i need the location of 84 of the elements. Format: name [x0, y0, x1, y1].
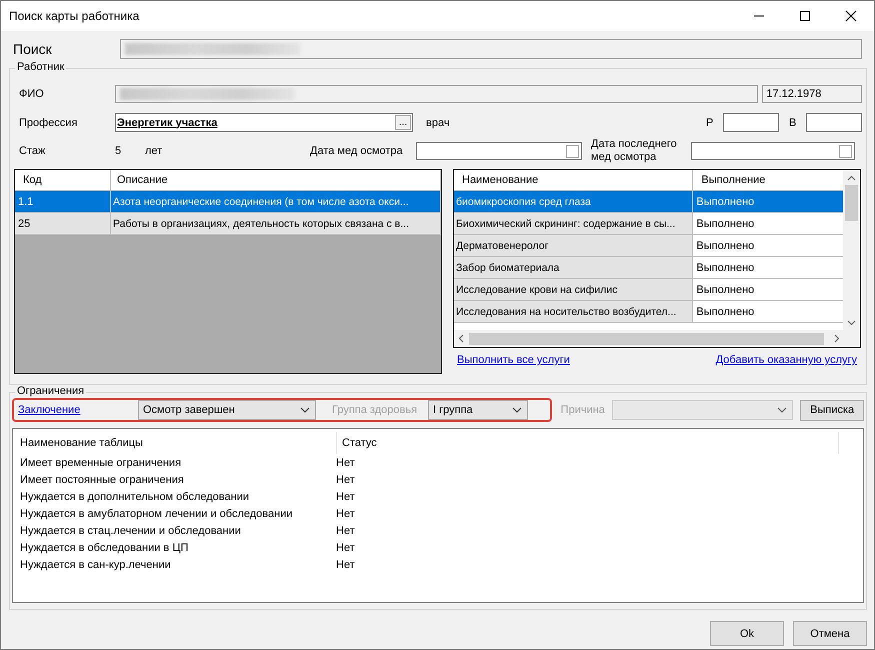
conclusion-dropdown[interactable]: Осмотр завершен — [138, 400, 316, 420]
scroll-down-icon[interactable] — [847, 320, 856, 326]
profession-label: Профессия — [18, 116, 78, 128]
exam-date-field[interactable] — [416, 142, 582, 160]
column-header[interactable]: Наименование таблицы — [13, 432, 337, 454]
reason-label: Причина — [560, 404, 606, 416]
search-field[interactable] — [120, 39, 862, 59]
caret-icon — [512, 407, 522, 413]
table-cell-text: Нет — [336, 524, 356, 536]
table-row[interactable]: биомикроскопия сред глаза Выполнено — [454, 191, 844, 213]
table-cell-text: Нет — [336, 558, 356, 570]
last-exam-date-label: Дата последнего мед осмотра — [591, 138, 678, 164]
table-cell-text: Нет — [336, 456, 356, 468]
column-header[interactable]: Наименование — [454, 170, 694, 190]
table-cell: Азота неорганические соединения (в том числе азота окси... — [111, 191, 441, 212]
browse-button[interactable]: ... — [395, 115, 411, 130]
caret-icon — [300, 407, 310, 413]
table-row[interactable]: Дерматовенеролог Выполнено — [454, 235, 844, 257]
table-cell: Выполнено — [693, 301, 844, 322]
extract-button[interactable]: Выписка — [800, 400, 864, 420]
column-header[interactable]: Статус — [337, 432, 839, 454]
scroll-right-icon[interactable] — [834, 334, 840, 343]
table-cell: 1.1 — [15, 191, 111, 212]
checkbox[interactable] — [566, 144, 579, 158]
table-cell-text: Имеет временные ограничения — [19, 456, 182, 468]
last-exam-date-field[interactable] — [691, 142, 855, 160]
table-cell: Выполнено — [693, 235, 844, 256]
table-cell: Выполнено — [693, 257, 844, 278]
column-header[interactable]: Выполнение — [693, 170, 844, 190]
experience-unit: лет — [145, 145, 164, 157]
table-row[interactable]: Забор биоматериала Выполнено — [454, 257, 844, 279]
health-group-label: Группа здоровья — [331, 404, 418, 416]
table-row[interactable]: 25 Работы в организациях, деятельность которых связана с в... — [15, 213, 441, 235]
window-title: Поиск карты работника — [9, 9, 140, 23]
table-cell-text: Нуждается в обследовании в ЦП — [19, 542, 190, 554]
table-cell-text: Нуждается в сан-кур.лечении — [19, 558, 172, 570]
profession-field[interactable]: Энергетик участка ... — [115, 113, 413, 132]
v-label: В — [789, 116, 798, 128]
close-icon[interactable] — [845, 10, 857, 22]
cancel-button[interactable]: Отмена — [793, 621, 867, 646]
add-service-link[interactable]: Добавить оказанную услугу — [716, 354, 857, 366]
role-text: врач — [426, 116, 450, 128]
r-label: Р — [706, 116, 714, 128]
scroll-thumb[interactable] — [469, 332, 824, 344]
caret-icon — [777, 407, 788, 413]
table-row[interactable]: Биохимический скрининг: содержание в сы... Выполнено — [454, 213, 844, 235]
column-header[interactable]: Описание — [111, 170, 441, 190]
horizontal-scrollbar[interactable] — [454, 330, 860, 347]
table-cell-text: Нет — [336, 474, 356, 486]
r-field[interactable] — [723, 113, 779, 132]
table-row[interactable]: Исследования на носительство возбудител... Выполнено — [454, 301, 844, 323]
scroll-up-icon[interactable] — [847, 175, 856, 181]
experience-label: Стаж — [18, 145, 46, 157]
table-cell-text: Нуждается в дополнительном обследовании — [19, 490, 250, 502]
v-field[interactable] — [806, 113, 862, 132]
birth-date-field[interactable]: 17.12.1978 — [762, 85, 862, 103]
exam-date-label: Дата мед осмотра — [310, 145, 404, 157]
group-label: Работник — [15, 61, 66, 73]
scroll-thumb[interactable] — [845, 185, 858, 221]
table-cell-text: Имеет постоянные ограничения — [19, 474, 185, 486]
table-cell: Выполнено — [693, 213, 844, 234]
table-cell-text: Нет — [336, 542, 356, 554]
ok-button[interactable]: Ok — [710, 621, 784, 646]
table-cell: Выполнено — [693, 279, 844, 300]
table-cell: Работы в организациях, деятельность которых связана с в... — [111, 213, 441, 234]
vertical-scrollbar[interactable] — [843, 170, 860, 330]
scroll-left-icon[interactable] — [458, 334, 464, 343]
column-header[interactable]: Код — [15, 170, 111, 190]
fio-field[interactable] — [114, 85, 758, 103]
complete-all-link[interactable]: Выполнить все услуги — [457, 354, 570, 366]
conclusion-link[interactable]: Заключение — [18, 404, 138, 416]
table-cell: 25 — [15, 213, 111, 234]
experience-value: 5 — [115, 145, 122, 157]
table-cell-text: Нуждается в амублаторном лечении и обследовании — [19, 508, 294, 520]
table-cell-text: Нет — [336, 490, 356, 502]
checkbox[interactable] — [839, 144, 852, 158]
table-row[interactable]: 1.1 Азота неорганические соединения (в том числе азота окси... — [15, 191, 441, 213]
search-label: Поиск — [12, 41, 53, 57]
group-label: Ограничения — [15, 385, 86, 397]
maximize-icon[interactable] — [799, 10, 811, 22]
table-cell-text: Нуждается в стац.лечении и обследовании — [19, 524, 242, 536]
fio-label: ФИО — [18, 88, 45, 100]
table-cell-text: Нет — [336, 508, 356, 520]
table-row[interactable]: Исследование крови на сифилис Выполнено — [454, 279, 844, 301]
